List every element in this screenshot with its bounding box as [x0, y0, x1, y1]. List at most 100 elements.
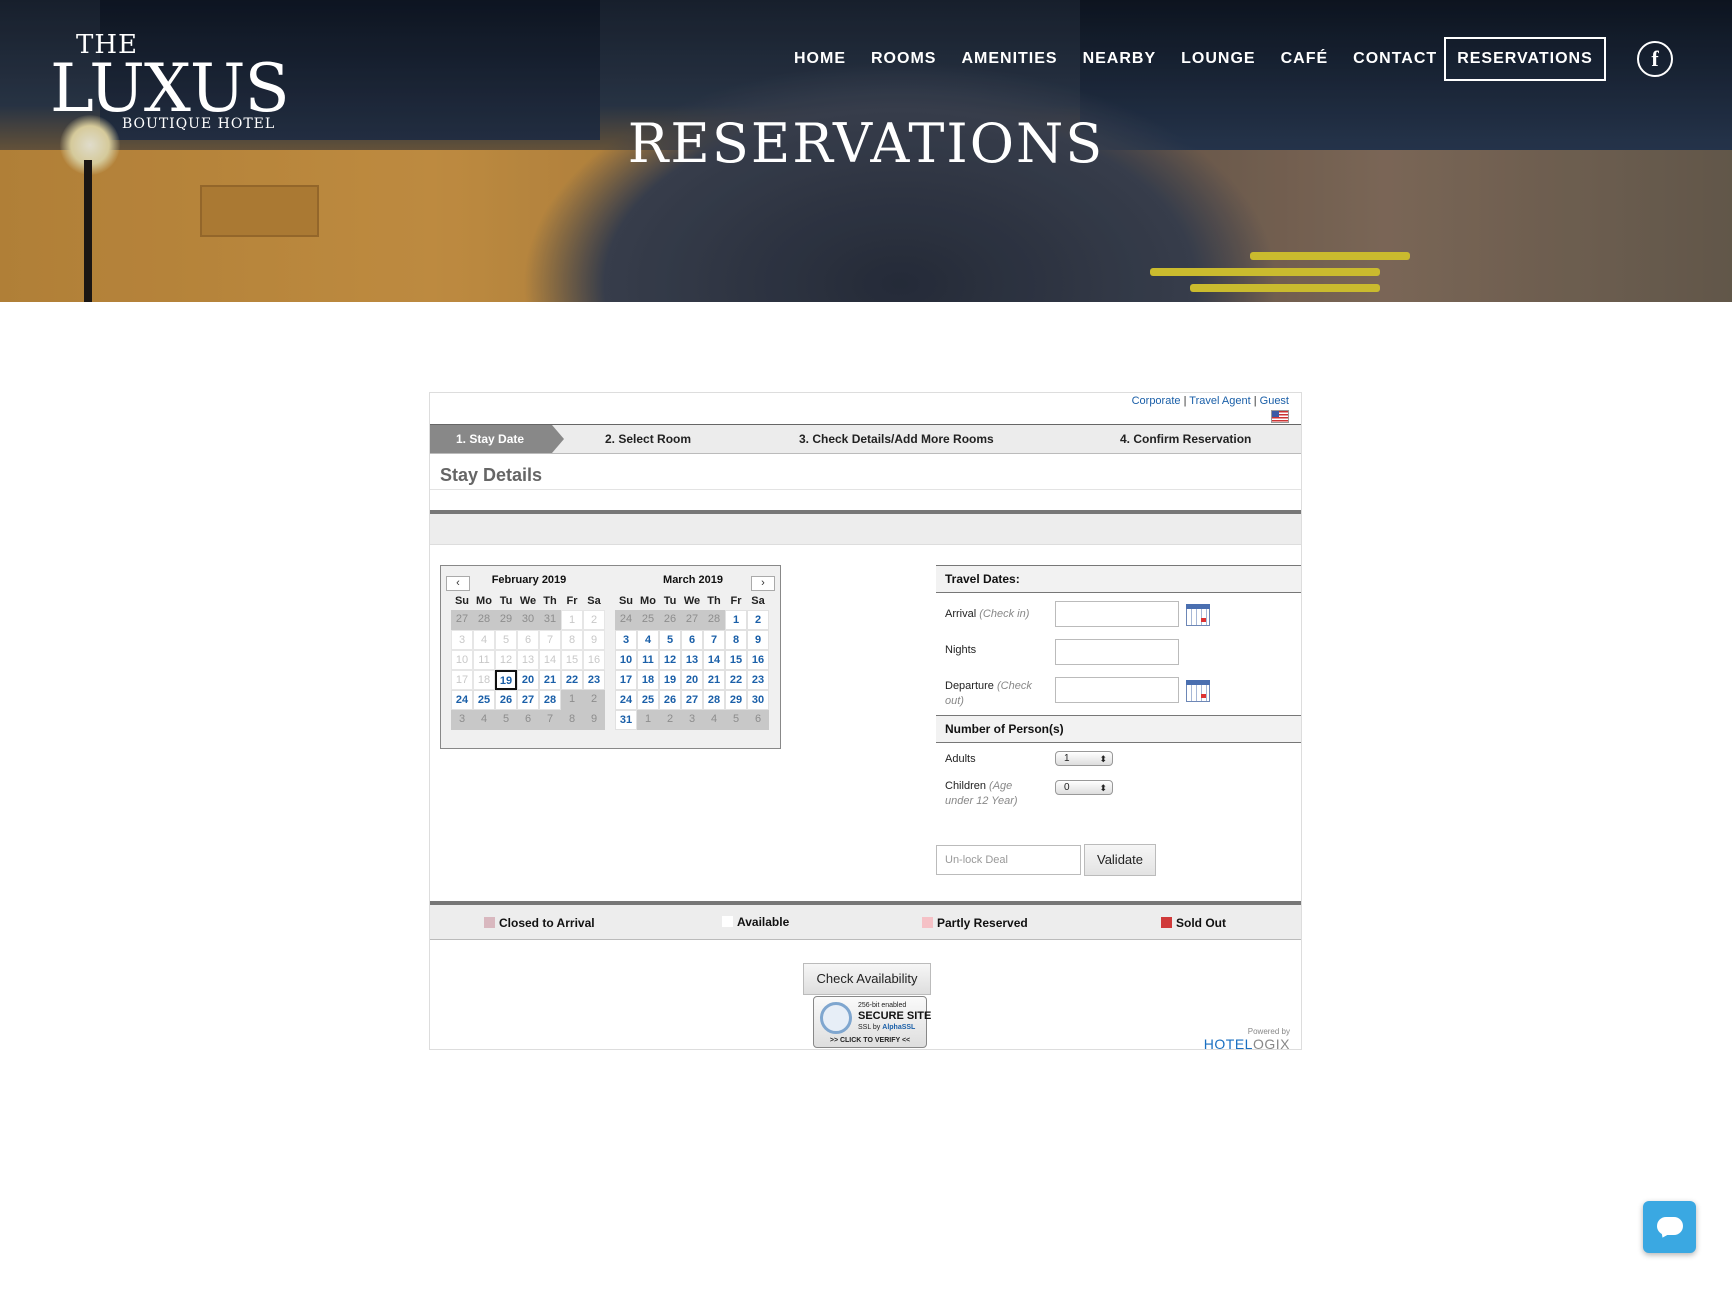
- calendar-day: 4: [473, 630, 495, 650]
- calendar-day[interactable]: 26: [659, 690, 681, 710]
- calendar-day[interactable]: 18: [637, 670, 659, 690]
- calendar-day: 8: [561, 710, 583, 730]
- weekday: Th: [543, 595, 557, 607]
- nav-cafe[interactable]: CAFÉ: [1281, 50, 1329, 68]
- calendar-day: 31: [539, 610, 561, 630]
- reservations-button[interactable]: RESERVATIONS: [1444, 37, 1606, 81]
- calendar-day[interactable]: 27: [681, 690, 703, 710]
- calendar-day[interactable]: 23: [583, 670, 605, 690]
- nav-amenities[interactable]: AMENITIES: [961, 50, 1057, 68]
- calendar-day[interactable]: 8: [725, 630, 747, 650]
- calendar-day: 24: [615, 610, 637, 630]
- nav-lounge[interactable]: LOUNGE: [1181, 50, 1255, 68]
- calendar-day: 1: [561, 690, 583, 710]
- departure-calendar-icon[interactable]: [1186, 680, 1210, 702]
- calendar-day[interactable]: 2: [747, 610, 769, 630]
- calendar-day[interactable]: 13: [681, 650, 703, 670]
- guest-link[interactable]: Guest: [1260, 395, 1289, 407]
- calendar-day[interactable]: 10: [615, 650, 637, 670]
- calendar-day[interactable]: 17: [615, 670, 637, 690]
- calendar-day[interactable]: 29: [725, 690, 747, 710]
- nav-rooms[interactable]: ROOMS: [871, 50, 936, 68]
- calendar-day[interactable]: 14: [703, 650, 725, 670]
- calendar-day[interactable]: 24: [615, 690, 637, 710]
- calendar-day[interactable]: 20: [517, 670, 539, 690]
- weekday-header: Su Mo Tu We Th Fr Sa: [451, 592, 607, 610]
- calendar-day[interactable]: 12: [659, 650, 681, 670]
- main-nav: HOME ROOMS AMENITIES NEARBY LOUNGE CAFÉ …: [794, 50, 1462, 68]
- calendar-day[interactable]: 4: [637, 630, 659, 650]
- calendar-day[interactable]: 28: [703, 690, 725, 710]
- alphassl-logo-icon: [820, 1002, 852, 1034]
- children-select[interactable]: 0: [1055, 780, 1113, 795]
- month-title: March 2019: [663, 574, 723, 586]
- departure-row: Departure (Check out): [936, 669, 1301, 711]
- calendar-day[interactable]: 25: [473, 690, 495, 710]
- calendar-day[interactable]: 16: [747, 650, 769, 670]
- children-row: Children (Age under 12 Year) 0: [936, 773, 1301, 813]
- brand-part: HOTEL: [1203, 1036, 1253, 1052]
- arrival-input[interactable]: [1055, 601, 1179, 627]
- powered-by[interactable]: Powered by HOTELOGIX: [1204, 1027, 1290, 1052]
- ssl-seal[interactable]: 256-bit enabled SECURE SITE SSL by Alpha…: [813, 996, 931, 1048]
- calendar-day: 12: [495, 650, 517, 670]
- travel-agent-link[interactable]: Travel Agent: [1189, 395, 1250, 407]
- page-title: RESERVATIONS: [627, 112, 1105, 175]
- calendar-day[interactable]: 1: [725, 610, 747, 630]
- calendar-day[interactable]: 11: [637, 650, 659, 670]
- calendar-day[interactable]: 7: [703, 630, 725, 650]
- arrival-calendar-icon[interactable]: [1186, 604, 1210, 626]
- calendar-day: 28: [473, 610, 495, 630]
- calendar-day[interactable]: 24: [451, 690, 473, 710]
- calendar-day: 5: [495, 630, 517, 650]
- arrival-hint: (Check in): [979, 608, 1030, 620]
- calendar-day: 1: [637, 710, 659, 730]
- calendar-day[interactable]: 15: [725, 650, 747, 670]
- facebook-icon[interactable]: f: [1637, 41, 1673, 77]
- calendar-day[interactable]: 28: [539, 690, 561, 710]
- chat-widget-button[interactable]: [1643, 1201, 1696, 1253]
- calendar-day[interactable]: 3: [615, 630, 637, 650]
- calendar-day[interactable]: 30: [747, 690, 769, 710]
- legend-swatch: [722, 916, 733, 927]
- weekday: Th: [707, 595, 721, 607]
- us-flag-icon[interactable]: [1271, 410, 1289, 423]
- calendar-day[interactable]: 9: [747, 630, 769, 650]
- nav-home[interactable]: HOME: [794, 50, 846, 68]
- calendar-day[interactable]: 5: [659, 630, 681, 650]
- calendar-day[interactable]: 22: [725, 670, 747, 690]
- weekday: Su: [618, 595, 634, 607]
- legend-label: Sold Out: [1176, 916, 1226, 930]
- calendar-day[interactable]: 21: [703, 670, 725, 690]
- calendar-day: 28: [703, 610, 725, 630]
- departure-input[interactable]: [1055, 677, 1179, 703]
- calendar-day[interactable]: 26: [495, 690, 517, 710]
- date-calendar: ‹ › February 2019 Su Mo Tu We Th Fr Sa 2…: [440, 565, 781, 749]
- calendar-day: 30: [517, 610, 539, 630]
- calendar-day[interactable]: 27: [517, 690, 539, 710]
- calendar-day[interactable]: 23: [747, 670, 769, 690]
- nav-contact[interactable]: CONTACT: [1353, 50, 1437, 68]
- persons-heading: Number of Person(s): [936, 715, 1301, 743]
- calendar-day[interactable]: 25: [637, 690, 659, 710]
- calendar-day[interactable]: 19: [495, 670, 517, 690]
- weekday: Sa: [751, 595, 765, 607]
- calendar-day: 18: [473, 670, 495, 690]
- corporate-link[interactable]: Corporate: [1132, 395, 1181, 407]
- calendar-day[interactable]: 6: [681, 630, 703, 650]
- departure-label-text: Departure: [945, 680, 994, 692]
- section-bar: [430, 510, 1301, 545]
- calendar-day[interactable]: 20: [681, 670, 703, 690]
- validate-button[interactable]: Validate: [1084, 844, 1156, 876]
- calendar-day[interactable]: 22: [561, 670, 583, 690]
- nights-input[interactable]: [1055, 639, 1179, 665]
- check-availability-button[interactable]: Check Availability: [803, 963, 931, 995]
- calendar-day[interactable]: 21: [539, 670, 561, 690]
- calendar-day[interactable]: 31: [615, 710, 637, 730]
- adults-select[interactable]: 1: [1055, 751, 1113, 766]
- step-stay-date[interactable]: 1. Stay Date: [430, 425, 564, 453]
- calendar-day: 8: [561, 630, 583, 650]
- calendar-day[interactable]: 19: [659, 670, 681, 690]
- unlock-deal-input[interactable]: Un-lock Deal: [936, 845, 1081, 875]
- nav-nearby[interactable]: NEARBY: [1083, 50, 1157, 68]
